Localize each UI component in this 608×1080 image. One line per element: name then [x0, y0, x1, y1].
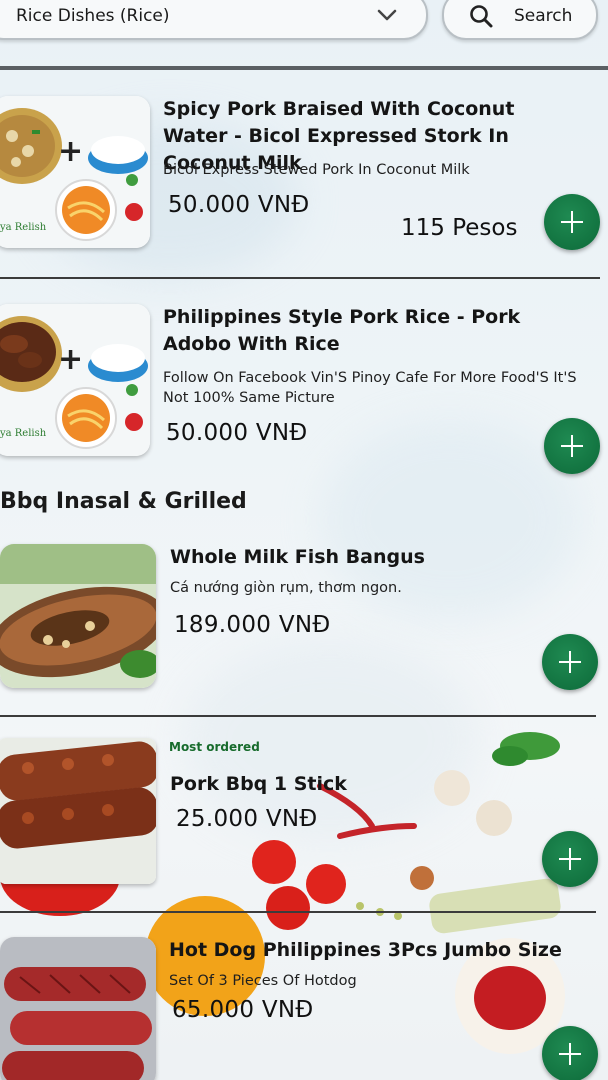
- item-image: + aya Relish: [0, 304, 150, 456]
- top-bar: Rice Dishes (Rice) Search: [0, 0, 608, 46]
- item-name: Whole Milk Fish Bangus: [170, 546, 425, 568]
- menu-item[interactable]: + aya Relish Spicy Pork Braised With Coc…: [0, 70, 608, 278]
- item-image-caption: aya Relish: [0, 428, 47, 439]
- menu-item[interactable]: Whole Milk Fish Bangus Cá nướng giòn rụm…: [0, 530, 608, 715]
- plus-icon: [571, 435, 573, 457]
- plus-icon: [569, 1043, 571, 1065]
- search-button[interactable]: Search: [442, 0, 598, 40]
- item-name: Pork Bbq 1 Stick: [170, 773, 347, 795]
- item-image: [0, 937, 156, 1080]
- add-to-cart-button[interactable]: [544, 194, 600, 250]
- item-description: Follow On Facebook Vin'S Pinoy Cafe For …: [163, 370, 577, 406]
- category-label: Rice Dishes (Rice): [16, 6, 170, 26]
- item-price: 50.000 VNĐ: [166, 420, 308, 446]
- item-image: [0, 738, 156, 884]
- search-label: Search: [514, 6, 573, 26]
- item-image-caption: aya Relish: [0, 222, 47, 233]
- item-price-alt: 115 Pesos: [401, 215, 518, 241]
- category-dropdown[interactable]: Rice Dishes (Rice): [0, 0, 428, 40]
- most-ordered-badge: Most ordered: [169, 740, 260, 754]
- menu-item[interactable]: Hot Dog Philippines 3Pcs Jumbo Size Set …: [0, 913, 608, 1080]
- menu-item[interactable]: + aya Relish Philippines Style Pork Rice…: [0, 280, 608, 474]
- item-price: 65.000 VNĐ: [172, 997, 314, 1023]
- item-name: Philippines Style Pork Rice - Pork Adobo…: [163, 306, 521, 355]
- menu-item[interactable]: Most ordered Pork Bbq 1 Stick 25.000 VNĐ: [0, 716, 608, 911]
- add-to-cart-button[interactable]: [542, 1026, 598, 1080]
- add-to-cart-button[interactable]: [544, 418, 600, 474]
- svg-text:+: +: [58, 342, 83, 377]
- item-image: + aya Relish: [0, 96, 150, 248]
- item-description: Cá nướng giòn rụm, thơm ngon.: [170, 580, 402, 596]
- item-description: Set Of 3 Pieces Of Hotdog: [169, 973, 357, 989]
- section-title: Bbq Inasal & Grilled: [0, 489, 247, 514]
- plus-icon: [571, 211, 573, 233]
- item-description: Bicol Express Stewed Pork In Coconut Mil…: [163, 162, 470, 178]
- plus-icon: [569, 848, 571, 870]
- item-price: 189.000 VNĐ: [174, 612, 331, 638]
- search-icon: [470, 5, 493, 28]
- item-name: Hot Dog Philippines 3Pcs Jumbo Size: [169, 939, 562, 961]
- plus-icon: [569, 651, 571, 673]
- item-price: 25.000 VNĐ: [176, 806, 318, 832]
- svg-text:+: +: [58, 134, 83, 169]
- chevron-down-icon: [377, 9, 397, 21]
- item-image: [0, 544, 156, 688]
- add-to-cart-button[interactable]: [542, 831, 598, 887]
- item-price: 50.000 VNĐ: [168, 192, 310, 218]
- add-to-cart-button[interactable]: [542, 634, 598, 690]
- divider: [0, 277, 600, 279]
